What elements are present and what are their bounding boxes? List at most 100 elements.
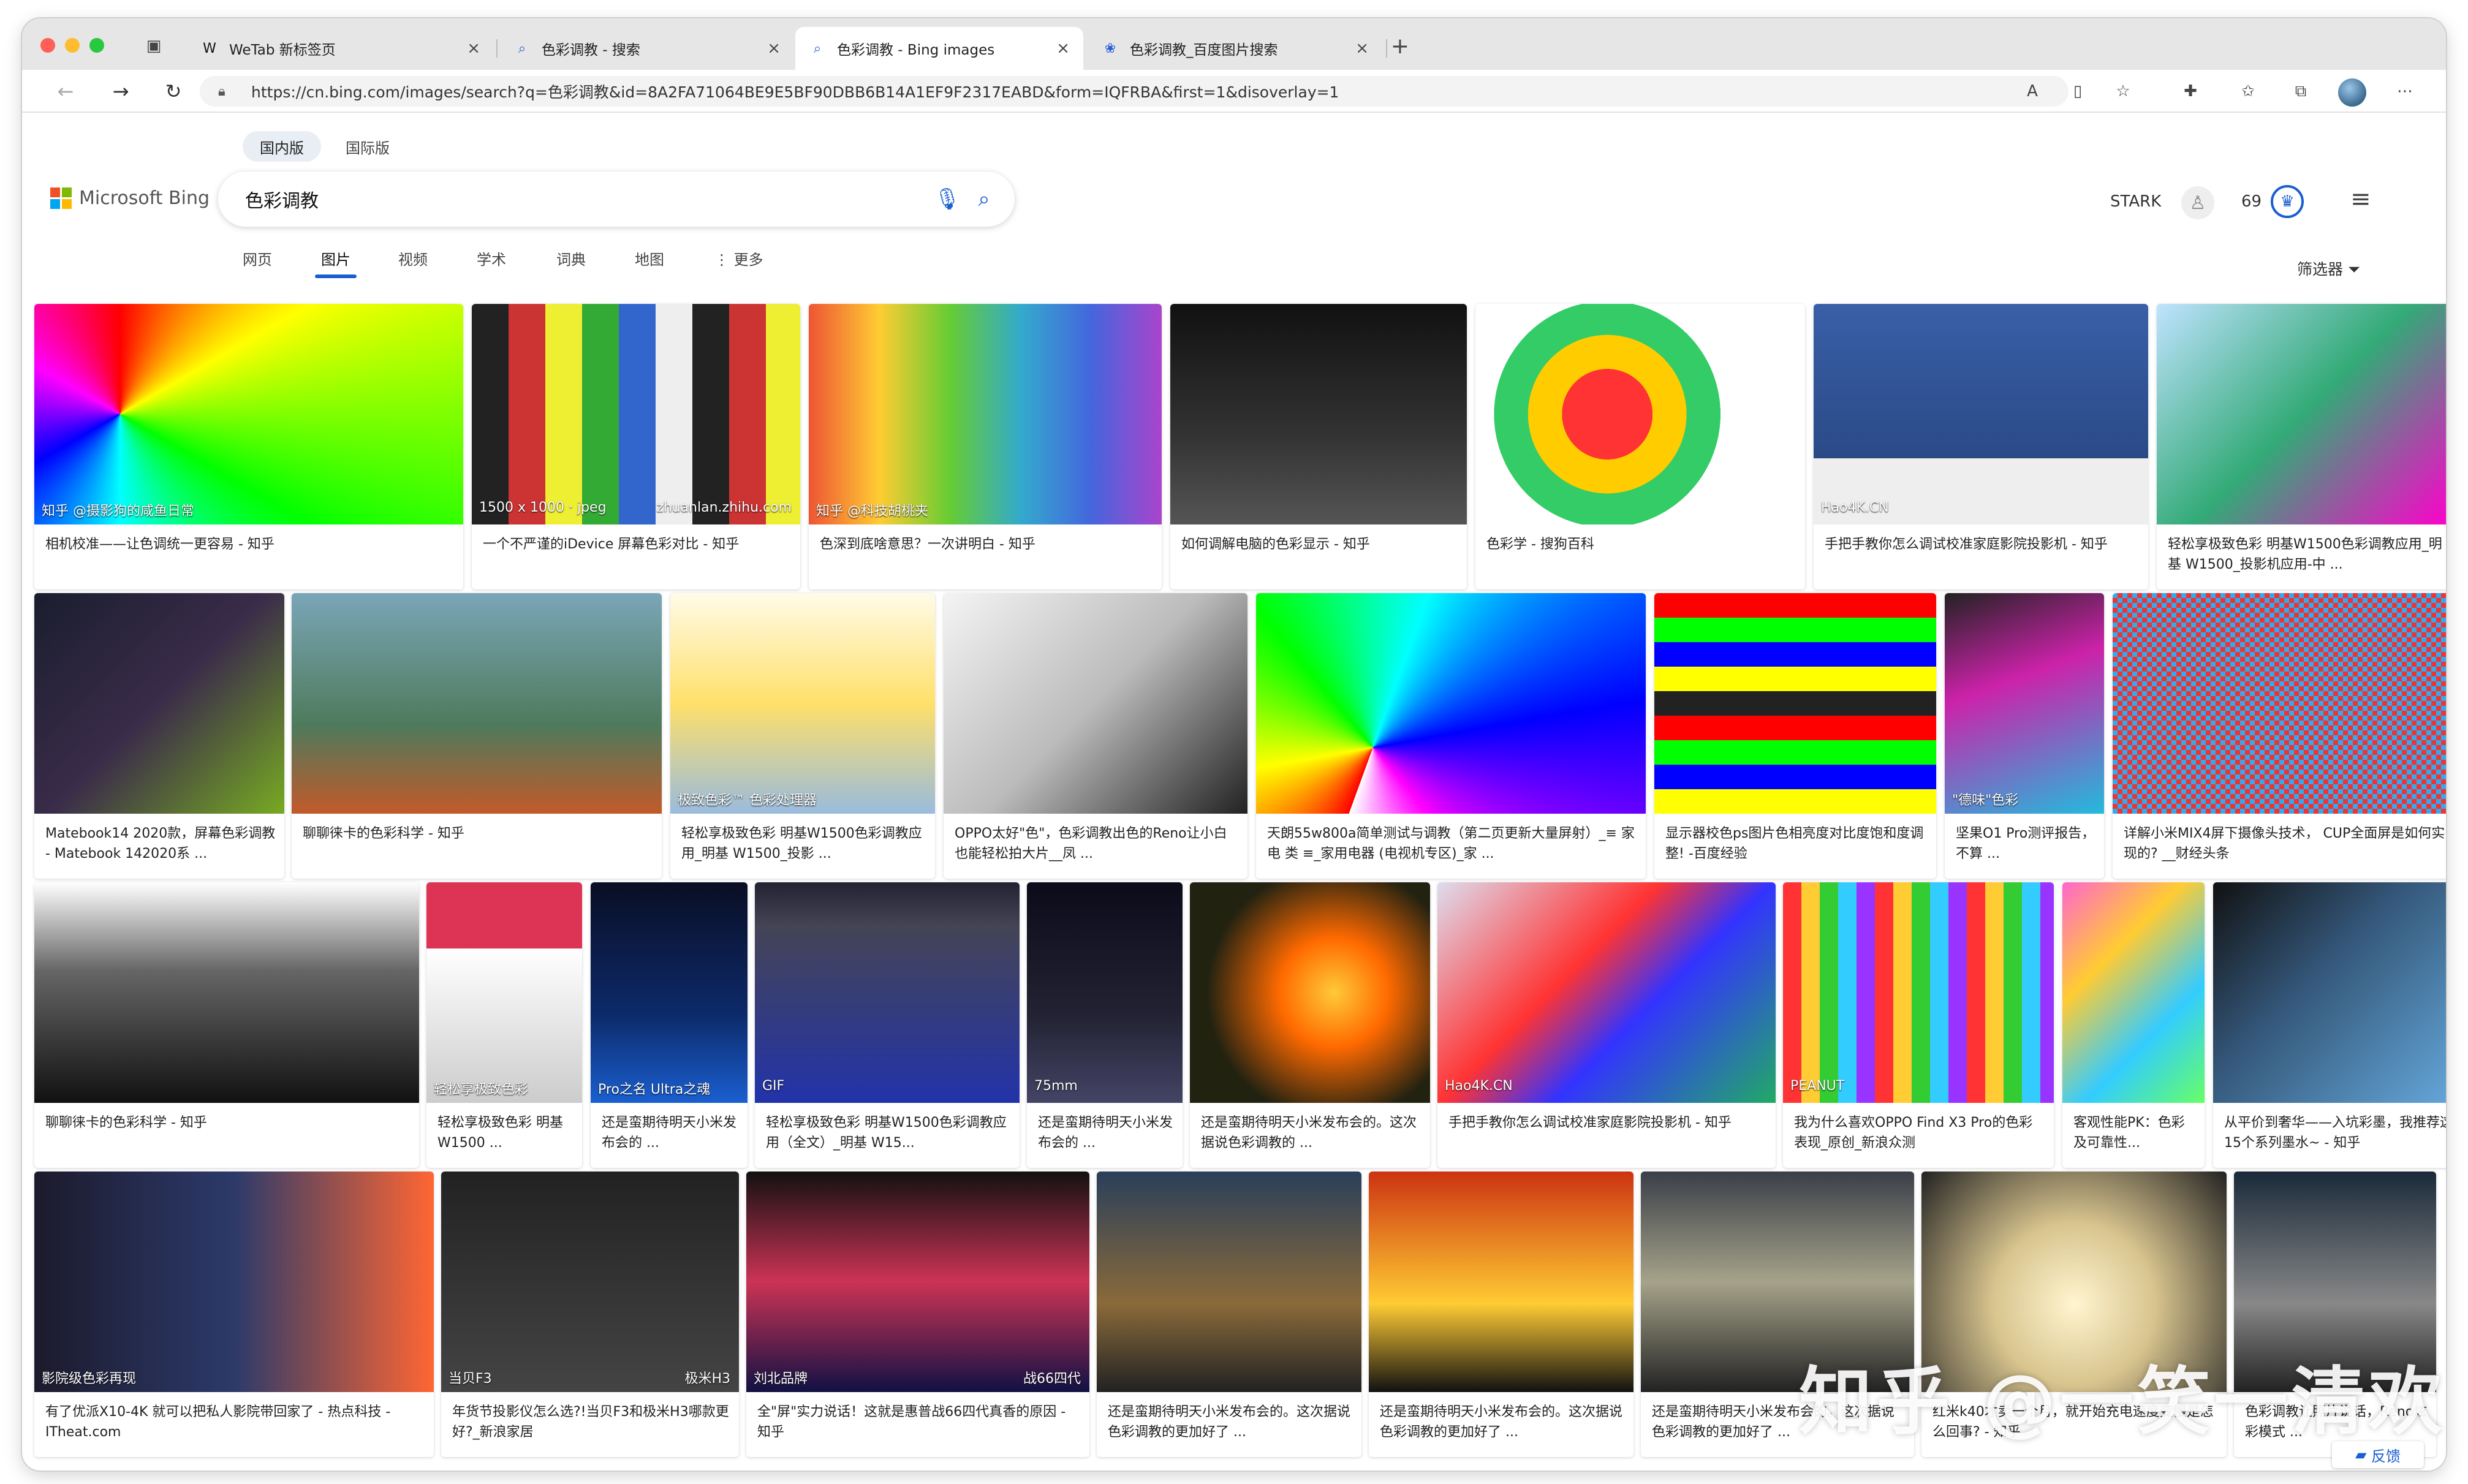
image-result-card[interactable]: 显示器校色ps图片色相亮度对比度饱和度调整! -百度经验 bbox=[1654, 593, 1936, 879]
result-thumbnail[interactable] bbox=[441, 1172, 739, 1392]
result-thumbnail[interactable] bbox=[944, 593, 1247, 814]
result-caption[interactable]: 详解小米MIX4屏下摄像头技术， CUP全面屏是如何实现的? __财经头条 bbox=[2124, 823, 2446, 864]
result-caption[interactable]: 聊聊徕卡的色彩科学 - 知乎 bbox=[303, 823, 653, 844]
new-tab-button[interactable]: + bbox=[1388, 34, 1412, 59]
close-tab-icon[interactable]: × bbox=[467, 39, 480, 58]
result-thumbnail[interactable] bbox=[2113, 593, 2446, 814]
image-result-card[interactable]: 1500 x 1000 · jpeg zhuanlan.zhihu.com 一个不严… bbox=[472, 304, 800, 589]
vertical-images[interactable]: 图片 bbox=[315, 248, 357, 278]
image-result-card[interactable]: Hao4K.CN 手把手教你怎么调试校准家庭影院投影机 - 知乎 bbox=[1814, 304, 2148, 589]
result-caption[interactable]: 手把手教你怎么调试校准家庭影院投影机 - 知乎 bbox=[1825, 534, 2140, 555]
close-tab-icon[interactable]: × bbox=[1355, 39, 1369, 58]
image-result-card[interactable]: "德味"色彩 坚果O1 Pro测评报告，不算 ... bbox=[1945, 593, 2104, 879]
image-result-card[interactable]: 还是蛮期待明天小米发布会的。这次据说色彩调教的更加好了 ... bbox=[1097, 1172, 1361, 1457]
result-caption[interactable]: 轻松享极致色彩 明基W1500 ... bbox=[437, 1113, 573, 1153]
result-caption[interactable]: Matebook14 2020款，屏幕色彩调教 - Matebook 14202… bbox=[45, 823, 276, 864]
result-caption[interactable]: 客观性能PK：色彩及可靠性... bbox=[2073, 1113, 2196, 1153]
image-result-card[interactable]: 聊聊徕卡的色彩科学 - 知乎 bbox=[292, 593, 662, 879]
tab-bing-images[interactable]: ⌕ 色彩调教 - Bing images × bbox=[795, 27, 1083, 70]
search-icon[interactable]: ⌕ bbox=[966, 181, 1002, 218]
image-result-card[interactable]: 轻松享极致色彩 明基W1500色彩调教应用_明基 W1500_投影机应用-中 .… bbox=[2157, 304, 2446, 589]
result-caption[interactable]: 色深到底啥意思？一次讲明白 - 知乎 bbox=[820, 534, 1153, 555]
feedback-button[interactable]: ▰ 反馈 bbox=[2332, 1441, 2424, 1468]
image-result-card[interactable]: Hao4K.CN 手把手教你怎么调试校准家庭影院投影机 - 知乎 bbox=[1437, 882, 1776, 1168]
result-caption[interactable]: 轻松享极致色彩 明基W1500色彩调教应用_明基 W1500_投影 ... bbox=[681, 823, 926, 864]
tab-baidu-images[interactable]: ❀ 色彩调教_百度图片搜索 × bbox=[1088, 27, 1382, 70]
user-icon[interactable]: ♙ bbox=[2181, 186, 2214, 219]
search-box[interactable]: 色彩调教 🎙︎ ⌕ bbox=[218, 172, 1015, 227]
vertical-academic[interactable]: 学术 bbox=[477, 248, 506, 278]
read-aloud-icon[interactable]: A bbox=[2021, 80, 2044, 103]
result-caption[interactable]: OPPO太好"色"，色彩调教出色的Reno让小白也能轻松拍大片__凤 ... bbox=[955, 823, 1239, 864]
tab-actions-icon[interactable]: ▣ bbox=[142, 34, 165, 58]
image-result-card[interactable]: 刘北品牌 战66四代 全"屏"实力说话！这就是惠普战66四代真香的原因 - 知乎 bbox=[746, 1172, 1089, 1457]
result-caption[interactable]: 相机校准——让色调统一更容易 - 知乎 bbox=[45, 534, 455, 555]
result-thumbnail[interactable] bbox=[1437, 882, 1776, 1103]
minimize-window-button[interactable] bbox=[65, 38, 80, 53]
image-result-card[interactable]: 客观性能PK：色彩及可靠性... bbox=[2062, 882, 2205, 1168]
result-thumbnail[interactable] bbox=[746, 1172, 1089, 1392]
result-thumbnail[interactable] bbox=[2157, 304, 2446, 524]
result-caption[interactable]: 还是蛮期待明天小米发布会的 ... bbox=[1038, 1113, 1174, 1153]
user-name[interactable]: STARK bbox=[2110, 192, 2161, 211]
result-caption[interactable]: 轻松享极致色彩 明基W1500色彩调教应用_明基 W1500_投影机应用-中 .… bbox=[2168, 534, 2442, 575]
result-caption[interactable]: 手把手教你怎么调试校准家庭影院投影机 - 知乎 bbox=[1448, 1113, 1767, 1133]
result-thumbnail[interactable] bbox=[591, 882, 748, 1103]
image-result-card[interactable]: Matebook14 2020款，屏幕色彩调教 - Matebook 14202… bbox=[34, 593, 284, 879]
image-result-card[interactable]: 聊聊徕卡的色彩科学 - 知乎 bbox=[34, 882, 419, 1168]
rewards-count[interactable]: 69 bbox=[2241, 192, 2262, 211]
favorites-icon[interactable]: ✩ bbox=[2236, 80, 2260, 103]
image-result-card[interactable]: 色彩学 - 搜狗百科 bbox=[1475, 304, 1805, 589]
rewards-trophy-icon[interactable]: ♛ bbox=[2271, 185, 2304, 218]
search-input[interactable]: 色彩调教 bbox=[245, 186, 929, 213]
tab-bing-search[interactable]: ⌕ 色彩调教 - 搜索 × bbox=[500, 27, 794, 70]
result-thumbnail[interactable] bbox=[1027, 882, 1183, 1103]
filter-button[interactable]: 筛选器 ⏷ bbox=[2297, 257, 2360, 279]
image-result-card[interactable]: 极致色彩™ 色彩处理器 轻松享极致色彩 明基W1500色彩调教应用_明基 W150… bbox=[670, 593, 935, 879]
result-caption[interactable]: 如何调解电脑的色彩显示 - 知乎 bbox=[1181, 534, 1458, 555]
image-result-card[interactable]: 详解小米MIX4屏下摄像头技术， CUP全面屏是如何实现的? __财经头条 bbox=[2113, 593, 2446, 879]
result-thumbnail[interactable] bbox=[1170, 304, 1467, 524]
result-thumbnail[interactable] bbox=[1369, 1172, 1633, 1392]
result-thumbnail[interactable] bbox=[2213, 882, 2446, 1103]
maximize-window-button[interactable] bbox=[89, 38, 104, 53]
image-result-card[interactable]: 影院级色彩再现 有了优派X10-4K 就可以把私人影院带回家了 - 热点科技 - … bbox=[34, 1172, 434, 1457]
result-caption[interactable]: 有了优派X10-4K 就可以把私人影院带回家了 - 热点科技 - ITheat.… bbox=[45, 1402, 425, 1442]
more-menu-icon[interactable]: ⋯ bbox=[2393, 80, 2417, 103]
favorite-star-icon[interactable]: ☆ bbox=[2111, 80, 2135, 103]
result-caption[interactable]: 还是蛮期待明天小米发布会的。这次据说色彩调教的更加好了 ... bbox=[1108, 1402, 1353, 1442]
image-result-card[interactable]: 75mm 还是蛮期待明天小米发布会的 ... bbox=[1027, 882, 1183, 1168]
result-thumbnail[interactable] bbox=[1654, 593, 1936, 814]
close-tab-icon[interactable]: × bbox=[767, 39, 781, 58]
back-icon[interactable]: ← bbox=[53, 78, 78, 104]
forward-icon[interactable]: → bbox=[108, 78, 134, 104]
scope-cn[interactable]: 国内版 bbox=[243, 131, 321, 162]
scope-intl[interactable]: 国际版 bbox=[328, 131, 407, 162]
result-caption[interactable]: 还是蛮期待明天小米发布会的。这次据说色彩调教的更加好了 ... bbox=[1380, 1402, 1625, 1442]
result-thumbnail[interactable] bbox=[1783, 882, 2054, 1103]
result-caption[interactable]: 还是蛮期待明天小米发布会的。这次据说色彩调教的 ... bbox=[1201, 1113, 1421, 1153]
image-result-card[interactable]: 天朗55w800a简单测试与调教（第二页更新大量屏射）_≡ 家 电 类 ≡_家用… bbox=[1256, 593, 1646, 879]
result-thumbnail[interactable] bbox=[426, 882, 582, 1103]
vertical-maps[interactable]: 地图 bbox=[635, 248, 664, 278]
url-field[interactable]: 🔒︎ https://cn.bing.com/images/search?q=色… bbox=[200, 76, 2069, 107]
reload-icon[interactable]: ↻ bbox=[161, 78, 186, 104]
image-result-card[interactable]: 知乎 @摄影狗的咸鱼日常 相机校准——让色调统一更容易 - 知乎 bbox=[34, 304, 463, 589]
image-result-card[interactable]: 如何调解电脑的色彩显示 - 知乎 bbox=[1170, 304, 1467, 589]
result-thumbnail[interactable] bbox=[34, 593, 284, 814]
result-thumbnail[interactable] bbox=[34, 882, 419, 1103]
image-result-card[interactable]: 从平价到奢华——入坑彩墨，我推荐这15个系列墨水~ - 知乎 bbox=[2213, 882, 2446, 1168]
profile-avatar[interactable] bbox=[2338, 78, 2366, 107]
result-caption[interactable]: 轻松享极致色彩 明基W1500色彩调教应用（全文）_明基 W15... bbox=[766, 1113, 1011, 1153]
image-result-card[interactable]: GIF 轻松享极致色彩 明基W1500色彩调教应用（全文）_明基 W15... bbox=[755, 882, 1020, 1168]
result-thumbnail[interactable] bbox=[1945, 593, 2104, 814]
result-caption[interactable]: 一个不严谨的iDevice 屏幕色彩对比 - 知乎 bbox=[483, 534, 792, 555]
hamburger-menu-icon[interactable]: ≡ bbox=[2350, 185, 2371, 213]
result-thumbnail[interactable] bbox=[34, 304, 463, 524]
result-caption[interactable]: 显示器校色ps图片色相亮度对比度饱和度调整! -百度经验 bbox=[1665, 823, 1928, 864]
result-thumbnail[interactable] bbox=[1475, 304, 1805, 524]
result-thumbnail[interactable] bbox=[292, 593, 662, 814]
result-thumbnail[interactable] bbox=[472, 304, 800, 524]
image-result-card[interactable]: 知乎 @科技胡桃夹 色深到底啥意思？一次讲明白 - 知乎 bbox=[809, 304, 1162, 589]
tab-wetab[interactable]: W WeTab 新标签页 × bbox=[187, 27, 494, 70]
